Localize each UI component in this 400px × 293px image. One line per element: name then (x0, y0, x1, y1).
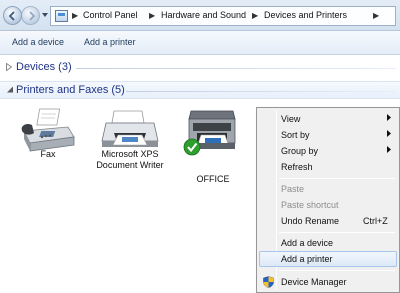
group-header-devices[interactable]: Devices (3) (0, 59, 400, 77)
breadcrumb-separator-icon[interactable]: ▶ (252, 11, 258, 20)
menu-item-label: Device Manager (281, 277, 347, 287)
uac-shield-icon (263, 276, 274, 288)
menu-item-sort-by[interactable]: Sort by (259, 127, 397, 143)
back-button[interactable] (3, 6, 22, 25)
collapse-triangle-icon[interactable] (6, 86, 14, 93)
device-label: OFFICE (196, 174, 230, 184)
recent-pages-chevron-icon[interactable] (42, 13, 48, 17)
group-header-printers[interactable]: Printers and Faxes (5) (0, 81, 400, 99)
menu-item-refresh[interactable]: Refresh (259, 159, 397, 175)
default-printer-check-icon (183, 138, 201, 156)
menu-item-add-device[interactable]: Add a device (259, 235, 397, 251)
menu-item-label: Paste shortcut (281, 200, 339, 210)
context-menu: View Sort by Group by Refresh Paste Past… (256, 107, 400, 293)
menu-item-shortcut: Ctrl+Z (363, 216, 388, 226)
menu-item-group-by[interactable]: Group by (259, 143, 397, 159)
menu-item-undo-rename[interactable]: Undo Rename Ctrl+Z (259, 213, 397, 229)
group-title-printers: Printers and Faxes (5) (16, 84, 125, 96)
submenu-arrow-icon (387, 114, 391, 121)
submenu-arrow-icon (387, 146, 391, 153)
multifunction-printer-icon (183, 110, 236, 156)
device-label-line1: Microsoft XPS (101, 149, 159, 159)
add-printer-button[interactable]: Add a printer (84, 37, 136, 47)
menu-item-paste-shortcut[interactable]: Paste shortcut (259, 197, 397, 213)
breadcrumb-separator-icon[interactable]: ▶ (373, 11, 379, 20)
menu-separator (279, 270, 395, 271)
breadcrumb-hardware-and-sound[interactable]: Hardware and Sound (161, 10, 246, 20)
breadcrumb-devices-and-printers[interactable]: Devices and Printers (264, 10, 347, 20)
arrow-right-icon (29, 11, 36, 21)
menu-item-label: View (281, 114, 301, 124)
menu-item-add-printer[interactable]: Add a printer (259, 251, 397, 267)
menu-item-label: Undo Rename (281, 216, 340, 226)
submenu-arrow-icon (387, 130, 391, 137)
menu-item-label: Refresh (281, 162, 313, 172)
forward-button[interactable] (21, 6, 40, 25)
device-label-line2: Document Writer (96, 160, 164, 170)
expand-triangle-icon[interactable] (6, 63, 12, 71)
menu-item-label: Add a printer (281, 254, 333, 264)
device-xps-writer[interactable]: Microsoft XPS Document Writer (90, 107, 170, 197)
breadcrumb-control-panel[interactable]: Control Panel (83, 10, 138, 20)
group-title-devices: Devices (3) (16, 61, 72, 73)
device-fax[interactable]: Fax (8, 107, 88, 197)
menu-item-device-manager[interactable]: Device Manager (259, 274, 397, 290)
menu-separator (279, 232, 395, 233)
device-office[interactable]: OFFICE (173, 107, 253, 197)
menu-separator (279, 178, 395, 179)
breadcrumb-separator-icon[interactable]: ▶ (149, 11, 155, 20)
add-device-button[interactable]: Add a device (12, 37, 64, 47)
arrow-left-icon (8, 11, 15, 21)
menu-item-label: Sort by (281, 130, 310, 140)
group-divider (126, 91, 396, 92)
menu-item-label: Paste (281, 184, 305, 194)
menu-item-label: Add a device (281, 238, 334, 248)
breadcrumb[interactable]: ▶ Control Panel ▶ Hardware and Sound ▶ D… (50, 6, 396, 26)
control-panel-icon (55, 10, 68, 22)
command-bar: Add a device Add a printer (0, 31, 400, 55)
menu-item-view[interactable]: View (259, 111, 397, 127)
group-divider (76, 68, 396, 69)
menu-item-label: Group by (281, 146, 319, 156)
breadcrumb-separator-icon[interactable]: ▶ (72, 11, 78, 20)
device-label: Fax (40, 149, 56, 159)
menu-item-paste[interactable]: Paste (259, 181, 397, 197)
address-bar: ▶ Control Panel ▶ Hardware and Sound ▶ D… (0, 0, 400, 31)
